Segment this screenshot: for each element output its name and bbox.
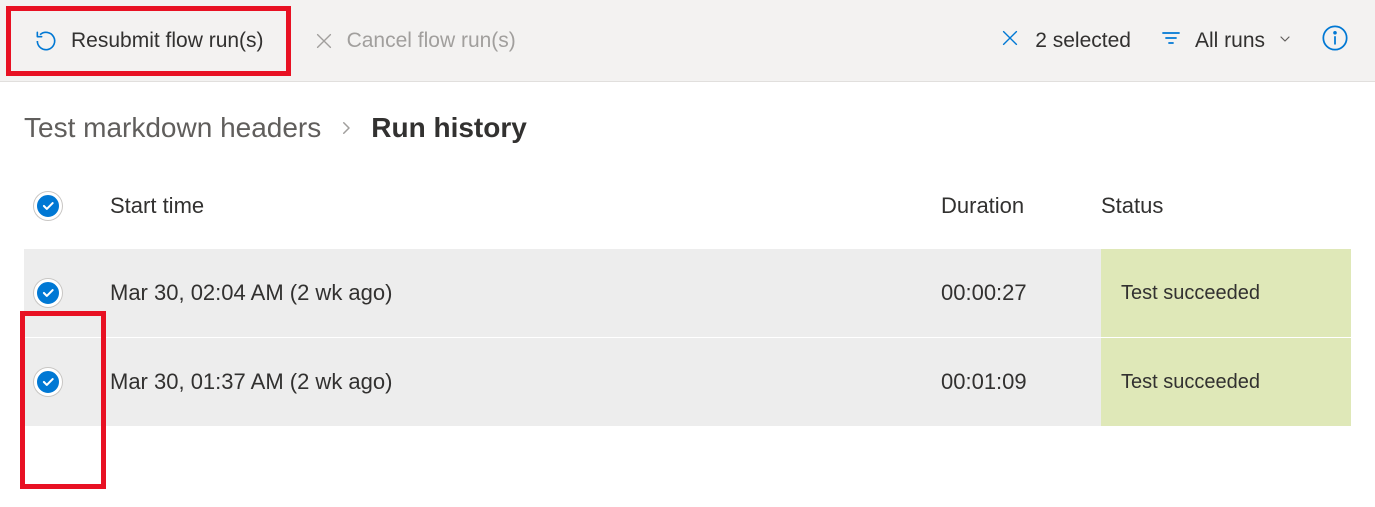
column-header-status[interactable]: Status — [1101, 174, 1351, 249]
row-checkbox[interactable] — [34, 279, 62, 307]
page-title: Run history — [371, 112, 527, 144]
toolbar: Resubmit flow run(s) Cancel flow run(s) — [0, 0, 1375, 82]
select-all-checkbox[interactable] — [34, 192, 62, 220]
breadcrumb-parent[interactable]: Test markdown headers — [24, 112, 321, 144]
resubmit-label: Resubmit flow run(s) — [71, 29, 264, 53]
column-header-start-time[interactable]: Start time — [110, 174, 941, 249]
duration-cell: 00:00:27 — [941, 249, 1101, 338]
breadcrumb: Test markdown headers Run history — [0, 82, 1375, 164]
chevron-down-icon — [1277, 29, 1293, 53]
duration-cell: 00:01:09 — [941, 338, 1101, 427]
info-icon — [1321, 24, 1349, 57]
table-row[interactable]: Mar 30, 02:04 AM (2 wk ago) 00:00:27 Tes… — [24, 249, 1351, 338]
refresh-icon — [33, 28, 59, 54]
selected-count: 2 selected — [1035, 29, 1131, 53]
chevron-right-icon — [337, 112, 355, 144]
filter-icon — [1159, 26, 1183, 56]
cancel-label: Cancel flow run(s) — [347, 29, 516, 53]
run-history-table: Start time Duration Status Mar 30, 02:04… — [24, 174, 1351, 426]
filter-label: All runs — [1195, 29, 1265, 53]
info-button[interactable] — [1321, 24, 1349, 57]
resubmit-button[interactable]: Resubmit flow run(s) — [6, 6, 291, 76]
status-badge: Test succeeded — [1101, 249, 1351, 337]
clear-selection-button[interactable]: 2 selected — [999, 27, 1131, 55]
start-time-cell: Mar 30, 02:04 AM (2 wk ago) — [110, 249, 941, 338]
close-icon — [313, 30, 335, 52]
row-checkbox[interactable] — [34, 368, 62, 396]
start-time-cell: Mar 30, 01:37 AM (2 wk ago) — [110, 338, 941, 427]
status-badge: Test succeeded — [1101, 338, 1351, 426]
cancel-button: Cancel flow run(s) — [291, 6, 538, 76]
filter-dropdown[interactable]: All runs — [1159, 26, 1293, 56]
close-icon — [999, 27, 1021, 55]
column-header-duration[interactable]: Duration — [941, 174, 1101, 249]
table-row[interactable]: Mar 30, 01:37 AM (2 wk ago) 00:01:09 Tes… — [24, 338, 1351, 427]
